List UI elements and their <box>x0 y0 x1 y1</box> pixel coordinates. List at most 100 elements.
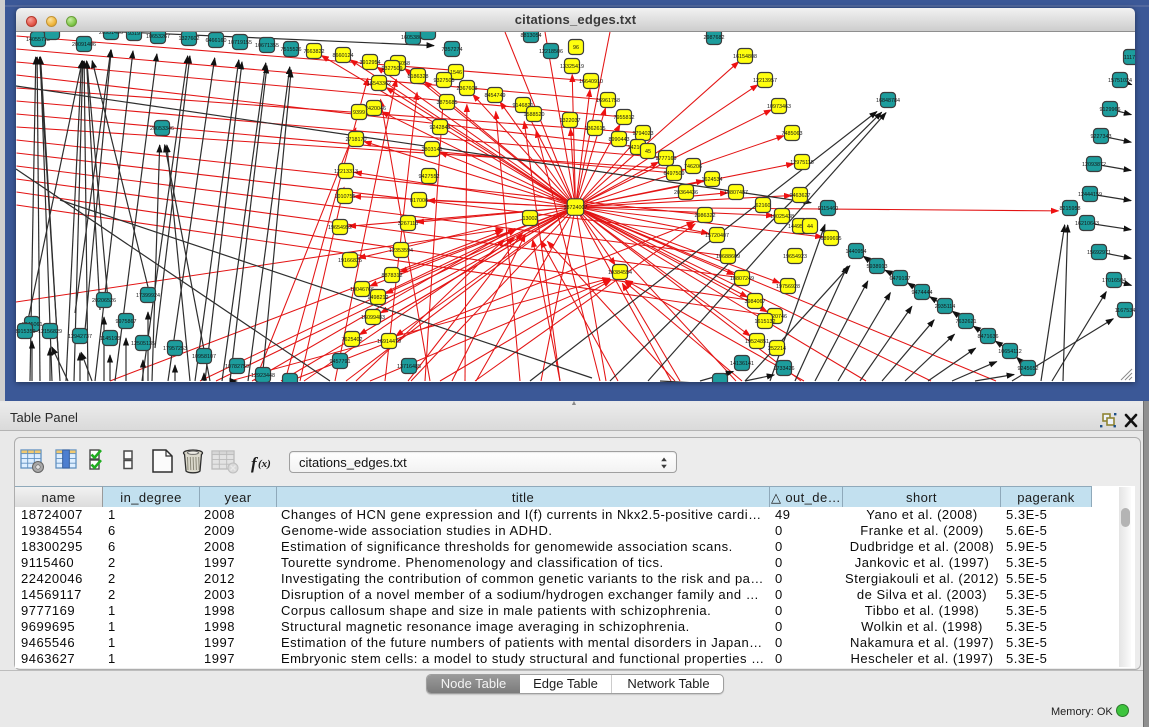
svg-text:19654952: 19654952 <box>328 225 352 231</box>
svg-text:19654923: 19654923 <box>783 254 807 260</box>
svg-text:3915359: 3915359 <box>16 329 36 335</box>
svg-text:16543362: 16543362 <box>367 81 391 87</box>
svg-text:3912954: 3912954 <box>360 60 381 66</box>
svg-text:17399924: 17399924 <box>136 293 160 299</box>
svg-text:252214: 252214 <box>768 346 786 352</box>
svg-text:20053346: 20053346 <box>150 126 174 132</box>
svg-text:20091406: 20091406 <box>72 42 96 48</box>
svg-text:1624534: 1624534 <box>702 177 723 183</box>
svg-text:20206526: 20206526 <box>92 298 116 304</box>
svg-text:9399: 9399 <box>353 110 365 116</box>
svg-text:12213957: 12213957 <box>753 78 777 84</box>
svg-text:817006: 817006 <box>410 198 428 204</box>
svg-text:12444159: 12444159 <box>1078 192 1102 198</box>
svg-text:16099483: 16099483 <box>361 315 385 321</box>
svg-text:1145193: 1145193 <box>100 336 121 342</box>
svg-text:2987682: 2987682 <box>704 35 725 41</box>
svg-text:19524851: 19524851 <box>745 339 769 345</box>
svg-text:8186328: 8186328 <box>408 74 429 80</box>
svg-text:8813054: 8813054 <box>521 33 542 39</box>
svg-text:7625402: 7625402 <box>342 337 363 343</box>
svg-text:12093872: 12093872 <box>1082 162 1106 168</box>
svg-text:12213313: 12213313 <box>334 169 358 175</box>
svg-text:1322037: 1322037 <box>560 118 581 124</box>
svg-text:9975867: 9975867 <box>116 319 137 325</box>
svg-text:9319: 9319 <box>128 32 140 37</box>
svg-text:12975115: 12975115 <box>790 160 814 166</box>
svg-text:746206: 746206 <box>684 164 702 170</box>
svg-text:(x): (x) <box>258 458 271 470</box>
svg-text:12156829: 12156829 <box>38 329 62 335</box>
svg-text:19384554: 19384554 <box>608 270 632 276</box>
svg-text:17957253: 17957253 <box>163 346 187 352</box>
svg-text:20951406: 20951406 <box>99 32 123 36</box>
svg-text:3984067: 3984067 <box>745 299 766 305</box>
svg-text:6466160: 6466160 <box>206 38 227 44</box>
svg-text:8990443: 8990443 <box>609 137 630 143</box>
svg-text:7515526: 7515526 <box>281 47 302 53</box>
svg-text:19756928: 19756928 <box>776 284 800 290</box>
svg-text:16154808: 16154808 <box>733 54 757 60</box>
svg-text:20364436: 20364436 <box>674 190 698 196</box>
svg-text:16961758: 16961758 <box>596 98 620 104</box>
svg-text:9463627: 9463627 <box>790 193 811 199</box>
svg-text:9245652: 9245652 <box>1018 366 1039 372</box>
svg-text:8454749: 8454749 <box>485 93 506 99</box>
svg-text:3267110: 3267110 <box>398 221 419 227</box>
svg-text:9227343: 9227343 <box>1091 134 1112 140</box>
svg-text:18807249: 18807249 <box>730 276 754 282</box>
svg-text:14136141: 14136141 <box>730 361 754 367</box>
svg-text:15720407: 15720407 <box>705 233 729 239</box>
svg-text:9327509: 9327509 <box>382 66 403 72</box>
svg-text:7632621: 7632621 <box>956 319 977 325</box>
svg-text:16914479: 16914479 <box>377 339 401 345</box>
svg-text:1362615: 1362615 <box>585 126 606 132</box>
svg-text:18724007: 18724007 <box>564 205 588 211</box>
svg-text:5938913: 5938913 <box>867 264 888 270</box>
svg-text:9427552: 9427552 <box>419 174 440 180</box>
svg-text:12923448: 12923448 <box>251 373 275 379</box>
svg-text:10688609: 10688609 <box>716 254 740 260</box>
svg-text:13325419: 13325419 <box>560 64 584 70</box>
svg-text:1733426: 1733426 <box>774 366 795 372</box>
svg-text:7485063: 7485063 <box>782 131 803 137</box>
svg-text:2367608: 2367608 <box>457 86 478 92</box>
svg-text:1440954: 1440954 <box>846 249 867 255</box>
svg-text:1615132: 1615132 <box>755 319 776 325</box>
svg-text:1010755: 1010755 <box>335 194 356 200</box>
svg-text:11173: 11173 <box>1124 55 1135 61</box>
svg-text:10719155: 10719155 <box>228 40 252 46</box>
svg-text:62160: 62160 <box>756 203 771 209</box>
svg-text:3875685: 3875685 <box>437 100 458 106</box>
svg-text:16848784: 16848784 <box>876 98 900 104</box>
svg-text:7663822: 7663822 <box>304 49 325 55</box>
svg-text:7955812: 7955812 <box>614 115 635 121</box>
svg-text:15751024: 15751024 <box>1108 78 1132 84</box>
svg-text:12942737: 12942737 <box>68 334 92 340</box>
svg-text:9794023: 9794023 <box>633 131 654 137</box>
svg-text:15692971: 15692971 <box>1087 250 1111 256</box>
svg-text:12505135: 12505135 <box>131 341 155 347</box>
svg-text:10654112: 10654112 <box>998 349 1022 355</box>
svg-text:6899695: 6899695 <box>821 236 842 242</box>
svg-text:19166825: 19166825 <box>338 258 362 264</box>
svg-text:9777169: 9777169 <box>656 156 677 162</box>
svg-text:12353594: 12353594 <box>389 248 413 254</box>
svg-text:10958107: 10958107 <box>192 354 216 360</box>
svg-text:16640910: 16640910 <box>579 79 603 85</box>
svg-text:2803141: 2803141 <box>422 147 443 153</box>
svg-text:8215958: 8215958 <box>1060 206 1081 212</box>
svg-text:6479197: 6479197 <box>890 276 911 282</box>
svg-text:1588520: 1588520 <box>524 112 545 118</box>
svg-text:13716485: 13716485 <box>397 364 421 370</box>
svg-text:2718170: 2718170 <box>346 137 367 143</box>
svg-text:1167534: 1167534 <box>1115 308 1135 314</box>
svg-text:12218506: 12218506 <box>539 49 563 55</box>
svg-text:10807487: 10807487 <box>724 190 748 196</box>
svg-text:45: 45 <box>645 149 651 155</box>
svg-text:7357274: 7357274 <box>442 47 463 53</box>
svg-text:9115460: 9115460 <box>818 206 839 212</box>
svg-text:16210643: 16210643 <box>1075 221 1099 227</box>
svg-text:9129966: 9129966 <box>1100 107 1121 113</box>
svg-text:9327505: 9327505 <box>434 78 455 84</box>
